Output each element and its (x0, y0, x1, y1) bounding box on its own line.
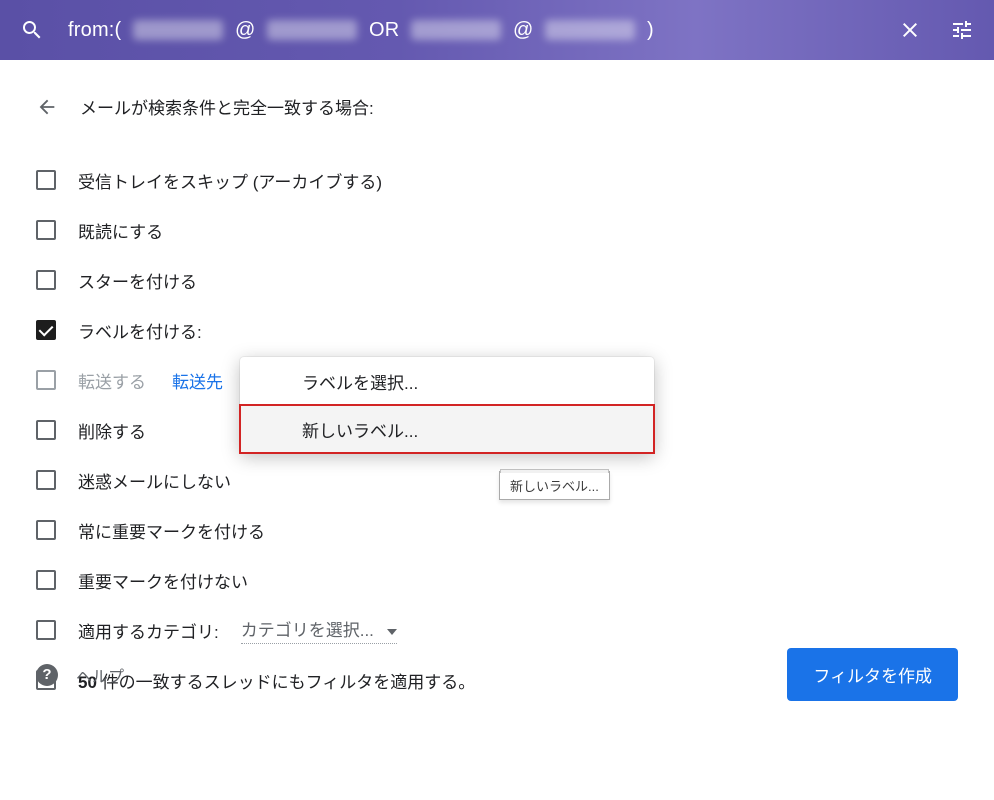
back-arrow-icon[interactable] (36, 96, 58, 118)
checkbox[interactable] (36, 220, 56, 240)
dropdown-item-select-label[interactable]: ラベルを選択... (240, 357, 654, 405)
option-label: 重要マークを付けない (78, 568, 248, 593)
checkbox[interactable] (36, 170, 56, 190)
checkbox[interactable] (36, 620, 56, 640)
search-actions (898, 18, 974, 42)
checkbox[interactable] (36, 420, 56, 440)
category-select-text: カテゴリを選択... (241, 621, 374, 640)
checkbox[interactable] (36, 520, 56, 540)
option-label: 転送する (78, 368, 146, 393)
redacted-segment (545, 20, 635, 40)
create-filter-button[interactable]: フィルタを作成 (787, 648, 958, 701)
search-query[interactable]: from:( @ OR @ ) (68, 19, 898, 42)
checkbox[interactable] (36, 370, 56, 390)
option-never-important[interactable]: 重要マークを付けない (36, 555, 958, 605)
checkbox[interactable] (36, 320, 56, 340)
option-skip-inbox[interactable]: 受信トレイをスキップ (アーカイブする) (36, 155, 958, 205)
checkbox[interactable] (36, 470, 56, 490)
search-or: OR (369, 19, 399, 41)
label-dropdown: ラベルを選択... 新しいラベル... (240, 357, 654, 453)
redacted-segment (411, 20, 501, 40)
search-suffix: ) (647, 19, 654, 41)
option-apply-label[interactable]: ラベルを付ける: (36, 305, 958, 355)
search-bar: from:( @ OR @ ) (0, 0, 994, 60)
option-label: 受信トレイをスキップ (アーカイブする) (78, 168, 382, 193)
category-select[interactable]: カテゴリを選択... (241, 616, 397, 644)
filter-panel: メールが検索条件と完全一致する場合: 受信トレイをスキップ (アーカイブする) … (0, 60, 994, 729)
option-label: 削除する (78, 418, 146, 443)
help-icon: ? (36, 664, 58, 686)
redacted-segment (133, 20, 223, 40)
checkbox[interactable] (36, 270, 56, 290)
search-at-2: @ (513, 19, 534, 41)
help-link[interactable]: ? ヘルプ (36, 663, 124, 687)
option-label: スターを付ける (78, 268, 197, 293)
search-icon[interactable] (20, 18, 44, 42)
panel-footer: ? ヘルプ フィルタを作成 (36, 648, 958, 701)
close-icon[interactable] (898, 18, 922, 42)
option-label: 常に重要マークを付ける (78, 518, 265, 543)
dropdown-item-new-label[interactable]: 新しいラベル... (240, 405, 654, 453)
search-prefix: from:( (68, 19, 121, 41)
option-never-spam[interactable]: 迷惑メールにしない (36, 455, 958, 505)
panel-title: メールが検索条件と完全一致する場合: (80, 94, 374, 119)
search-at-1: @ (235, 19, 256, 41)
redacted-segment (267, 20, 357, 40)
tune-icon[interactable] (950, 18, 974, 42)
option-label-prefix: 適用するカテゴリ: (78, 618, 219, 643)
checkbox[interactable] (36, 570, 56, 590)
forward-address-link[interactable]: 転送先 (172, 368, 223, 393)
option-label: ラベルを付ける: (78, 318, 202, 343)
option-label: 迷惑メールにしない (78, 468, 231, 493)
option-always-important[interactable]: 常に重要マークを付ける (36, 505, 958, 555)
option-mark-read[interactable]: 既読にする (36, 205, 958, 255)
panel-header: メールが検索条件と完全一致する場合: (36, 94, 958, 119)
tooltip-new-label: 新しいラベル... (499, 471, 610, 500)
chevron-down-icon (387, 629, 397, 635)
option-label: 既読にする (78, 218, 163, 243)
help-label: ヘルプ (76, 663, 124, 687)
option-star[interactable]: スターを付ける (36, 255, 958, 305)
